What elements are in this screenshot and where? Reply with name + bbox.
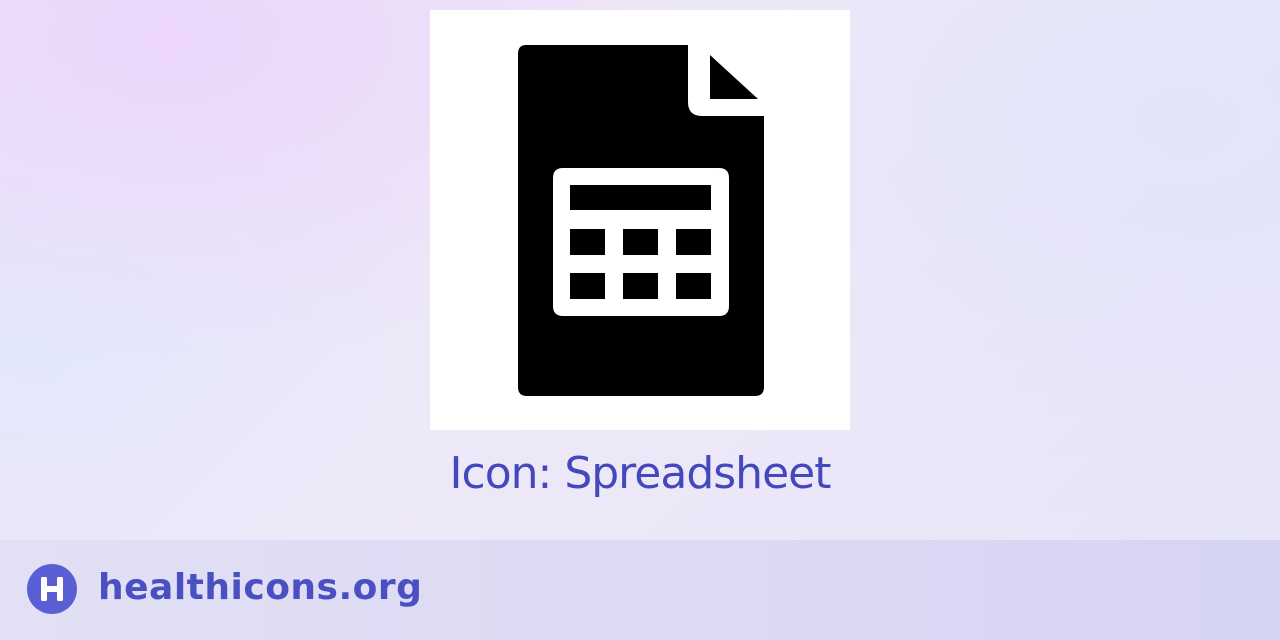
icon-title: Icon: Spreadsheet (449, 448, 832, 499)
brand-link[interactable]: healthicons.org (98, 562, 422, 614)
footer-bar: healthicons.org (0, 540, 1280, 640)
healthicons-logo-icon[interactable] (27, 564, 77, 614)
icon-preview-card (430, 10, 850, 430)
spreadsheet-icon (518, 45, 764, 396)
